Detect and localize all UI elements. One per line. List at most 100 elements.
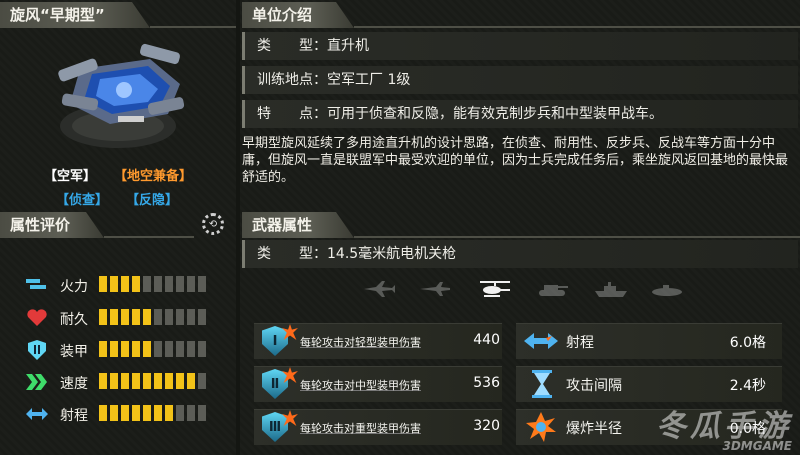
heart-icon xyxy=(26,309,48,327)
tag-air-force: 【空军】 xyxy=(44,169,97,184)
rating-bar-empty xyxy=(165,309,173,325)
tag-scout: 【侦查】 xyxy=(56,193,109,208)
attr-label-range: 射程 xyxy=(60,408,88,424)
tank-icon xyxy=(539,285,568,296)
intro-train-value: 空军工厂 1级 xyxy=(327,72,411,88)
rating-bar-filled xyxy=(176,373,184,389)
rating-bar-filled xyxy=(121,309,129,325)
rating-bar-empty xyxy=(176,309,184,325)
rating-bar-empty xyxy=(154,341,162,357)
rating-bar-filled xyxy=(165,373,173,389)
rating-bar-filled xyxy=(110,405,118,421)
rating-bars xyxy=(99,405,206,421)
intro-train-label: 训练地点： xyxy=(257,72,327,88)
damage-value-light: 440 xyxy=(473,332,500,348)
damage-label-heavy: 每轮攻击对重型装甲伤害 xyxy=(300,422,421,435)
rating-bars xyxy=(99,309,206,325)
attr-label-speed: 速度 xyxy=(60,376,88,392)
rating-bar-filled xyxy=(99,276,107,292)
rating-bar-filled xyxy=(132,373,140,389)
intro-type-label: 类 型： xyxy=(257,38,327,54)
rating-bar-filled xyxy=(99,373,107,389)
rating-bar-empty xyxy=(165,276,173,292)
intro-feature-value: 可用于侦查和反隐，能有效克制步兵和中型装甲战车。 xyxy=(327,106,663,122)
rating-bar-filled xyxy=(132,309,140,325)
rating-bar-filled xyxy=(110,341,118,357)
unit-name-header: 旋风“早期型” xyxy=(0,2,150,28)
rating-bar-empty xyxy=(176,276,184,292)
rating-bar-filled xyxy=(110,309,118,325)
rating-bars xyxy=(99,341,206,357)
tag-anti-stealth: 【反隐】 xyxy=(126,193,179,208)
refresh-icon[interactable]: ⟲ xyxy=(202,213,224,235)
rating-bar-empty xyxy=(176,405,184,421)
rating-bar-filled xyxy=(154,373,162,389)
stat-value-range: 6.0格 xyxy=(729,335,766,351)
stat-label-blast: 爆炸半径 xyxy=(566,421,622,437)
attr-label-durability: 耐久 xyxy=(60,312,88,328)
stat-label-range: 射程 xyxy=(566,335,594,351)
firepower-icon xyxy=(26,276,48,294)
ship-icon xyxy=(595,282,627,297)
rating-bar-filled xyxy=(121,341,129,357)
rating-bar-filled xyxy=(99,309,107,325)
armor-shield-icon xyxy=(26,340,48,360)
tag-air-ground: 【地空兼备】 xyxy=(114,169,193,184)
rating-bar-filled xyxy=(165,405,173,421)
damage-value-medium: 536 xyxy=(473,375,500,391)
rating-bar-filled xyxy=(143,373,151,389)
intro-train-row: 训练地点：空军工厂 1级 xyxy=(242,66,798,94)
range-arrows-icon xyxy=(26,405,48,423)
rating-bar-empty xyxy=(154,276,162,292)
rating-bar-empty xyxy=(198,309,206,325)
stat-value-interval: 2.4秒 xyxy=(729,378,766,394)
rating-bar-empty xyxy=(187,405,195,421)
jet-icon xyxy=(364,281,395,297)
rating-bar-filled xyxy=(187,373,195,389)
rating-bar-empty xyxy=(143,276,151,292)
unit-name: 旋风“早期型” xyxy=(10,6,105,24)
rating-bar-empty xyxy=(198,341,206,357)
damage-value-heavy: 320 xyxy=(473,418,500,434)
unit-description: 早期型旋风延续了多用途直升机的设计思路，在侦查、耐用性、反步兵、反战车等方面十分… xyxy=(242,136,789,185)
rating-bars xyxy=(99,276,206,292)
attr-label-armor: 装甲 xyxy=(60,344,88,360)
rating-bar-filled xyxy=(132,405,140,421)
intro-type-row: 类 型：直升机 xyxy=(242,32,798,60)
rating-bar-empty xyxy=(165,341,173,357)
rating-bar-filled xyxy=(154,405,162,421)
rating-bar-filled xyxy=(143,309,151,325)
range-arrows-icon xyxy=(524,332,558,349)
damage-label-light: 每轮攻击对轻型装甲伤害 xyxy=(300,336,421,349)
rating-bar-filled xyxy=(121,405,129,421)
rating-bar-empty xyxy=(198,276,206,292)
rating-bar-filled xyxy=(110,373,118,389)
rating-bar-filled xyxy=(99,405,107,421)
attr-label-firepower: 火力 xyxy=(60,279,88,295)
hourglass-icon xyxy=(532,370,552,398)
helicopter-icon[interactable] xyxy=(478,280,512,298)
speed-chevron-icon xyxy=(26,373,48,391)
submarine-icon xyxy=(652,285,682,296)
stat-label-interval: 攻击间隔 xyxy=(566,378,622,394)
attr-header: 属性评价 xyxy=(0,212,104,238)
rating-bar-filled xyxy=(110,276,118,292)
weapon-header-title: 武器属性 xyxy=(252,216,313,234)
rating-bar-empty xyxy=(187,309,195,325)
plane-icon xyxy=(420,282,450,296)
intro-header-title: 单位介绍 xyxy=(252,6,313,24)
rating-bar-filled xyxy=(132,341,140,357)
damage-label-medium: 每轮攻击对中型装甲伤害 xyxy=(300,379,421,392)
intro-type-value: 直升机 xyxy=(327,38,369,54)
intro-feature-row: 特 点：可用于侦查和反隐，能有效克制步兵和中型装甲战车。 xyxy=(242,100,798,128)
rating-bar-empty xyxy=(198,373,206,389)
weapon-type-value: 14.5毫米航电机关枪 xyxy=(327,246,457,262)
rating-bar-filled xyxy=(99,341,107,357)
rating-bar-empty xyxy=(187,341,195,357)
unit-portrait xyxy=(58,43,185,148)
weapon-type-row: 类 型：14.5毫米航电机关枪 xyxy=(242,240,798,268)
rating-bar-filled xyxy=(143,405,151,421)
rating-bar-filled xyxy=(121,276,129,292)
rating-bar-empty xyxy=(176,341,184,357)
attr-header-title: 属性评价 xyxy=(10,216,71,234)
